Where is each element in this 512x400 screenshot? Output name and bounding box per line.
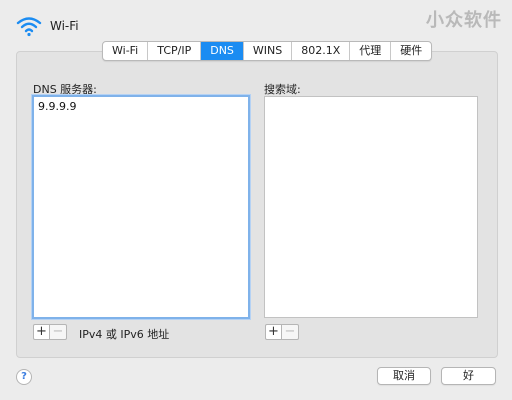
add-dns-server-button[interactable]: +: [33, 324, 50, 340]
cancel-button[interactable]: 取消: [377, 367, 431, 385]
tab-wifi[interactable]: Wi-Fi: [103, 42, 149, 60]
tab-proxy[interactable]: 代理: [350, 42, 392, 60]
wifi-icon: [16, 17, 42, 37]
tab-tcpip[interactable]: TCP/IP: [148, 42, 202, 60]
ok-button[interactable]: 好: [441, 367, 496, 385]
search-domains-controls: + −: [265, 324, 299, 340]
interface-name: Wi-Fi: [50, 19, 79, 33]
remove-search-domain-button[interactable]: −: [282, 324, 299, 340]
watermark: 小众软件: [426, 10, 502, 31]
dns-servers-list[interactable]: 9.9.9.9: [32, 95, 250, 319]
remove-dns-server-button[interactable]: −: [50, 324, 67, 340]
search-domains-label: 搜索域:: [264, 83, 301, 96]
add-search-domain-button[interactable]: +: [265, 324, 282, 340]
search-domains-list[interactable]: [264, 96, 478, 318]
ip-address-hint: IPv4 或 IPv6 地址: [79, 328, 170, 341]
window-header: Wi-Fi: [16, 14, 79, 38]
tab-hardware[interactable]: 硬件: [391, 42, 431, 60]
tab-wins[interactable]: WINS: [244, 42, 293, 60]
help-button[interactable]: ?: [16, 369, 32, 385]
list-item[interactable]: 9.9.9.9: [34, 97, 248, 116]
tab-bar: Wi-Fi TCP/IP DNS WINS 802.1X 代理 硬件: [102, 41, 433, 61]
tab-dns[interactable]: DNS: [201, 42, 244, 60]
tab-8021x[interactable]: 802.1X: [292, 42, 351, 60]
network-dns-window: Wi-Fi 小众软件 Wi-Fi TCP/IP DNS WINS 802.1X …: [0, 0, 512, 400]
dns-servers-controls: + −: [33, 324, 67, 340]
